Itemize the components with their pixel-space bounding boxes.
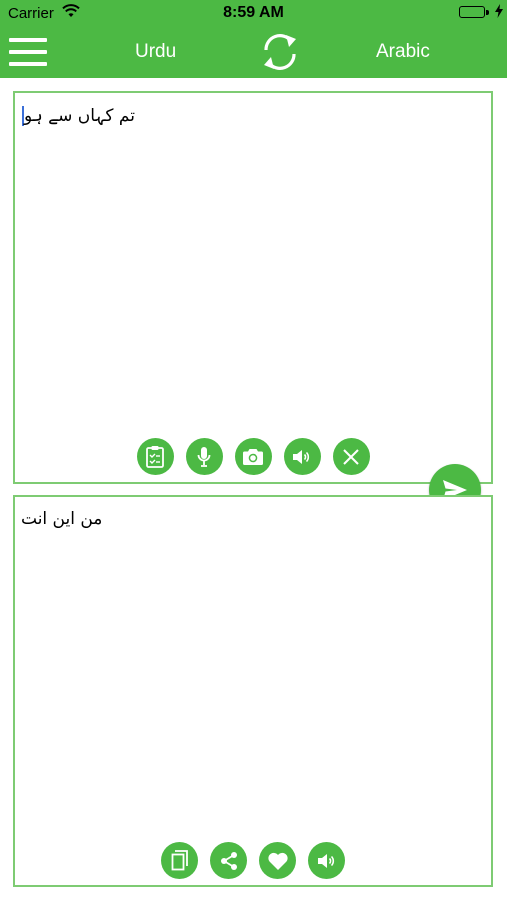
- clipboard-icon: [146, 445, 164, 468]
- output-text-area: من اين انت: [13, 495, 493, 887]
- charging-bolt-icon: [495, 4, 503, 21]
- output-toolbar: [15, 842, 491, 879]
- input-text-container[interactable]: تم کہاں سے ہو: [21, 105, 135, 126]
- source-language-button[interactable]: Urdu: [135, 41, 176, 63]
- speaker-icon: [293, 449, 310, 464]
- hamburger-menu-icon[interactable]: [9, 38, 47, 66]
- camera-button[interactable]: [234, 438, 272, 475]
- swap-languages-button[interactable]: [258, 31, 302, 73]
- battery-cap: [486, 10, 489, 15]
- share-icon: [220, 851, 237, 870]
- battery-icon: [459, 6, 485, 18]
- clear-button[interactable]: [332, 438, 370, 475]
- nav-bar: Urdu Arabic: [0, 26, 507, 78]
- input-text: تم کہاں سے ہو: [24, 106, 135, 126]
- favorite-button[interactable]: [259, 842, 296, 879]
- clock: 8:59 AM: [223, 4, 284, 21]
- speaker-icon: [317, 853, 334, 868]
- microphone-icon: [197, 446, 211, 467]
- output-text: من اين انت: [21, 509, 103, 529]
- share-button[interactable]: [210, 842, 247, 879]
- speak-output-button[interactable]: [308, 842, 345, 879]
- heart-icon: [267, 852, 288, 870]
- swap-arrows-icon: [264, 34, 296, 70]
- speak-input-button[interactable]: [283, 438, 321, 475]
- target-language-button[interactable]: Arabic: [376, 41, 430, 63]
- status-bar: Carrier 8:59 AM: [0, 0, 507, 26]
- copy-button[interactable]: [161, 842, 198, 879]
- paste-button[interactable]: [136, 438, 174, 475]
- voice-input-button[interactable]: [185, 438, 223, 475]
- close-icon: [343, 448, 359, 465]
- camera-icon: [243, 448, 263, 465]
- input-toolbar: [15, 438, 491, 475]
- copy-icon: [171, 849, 188, 870]
- input-text-area[interactable]: تم کہاں سے ہو: [13, 91, 493, 484]
